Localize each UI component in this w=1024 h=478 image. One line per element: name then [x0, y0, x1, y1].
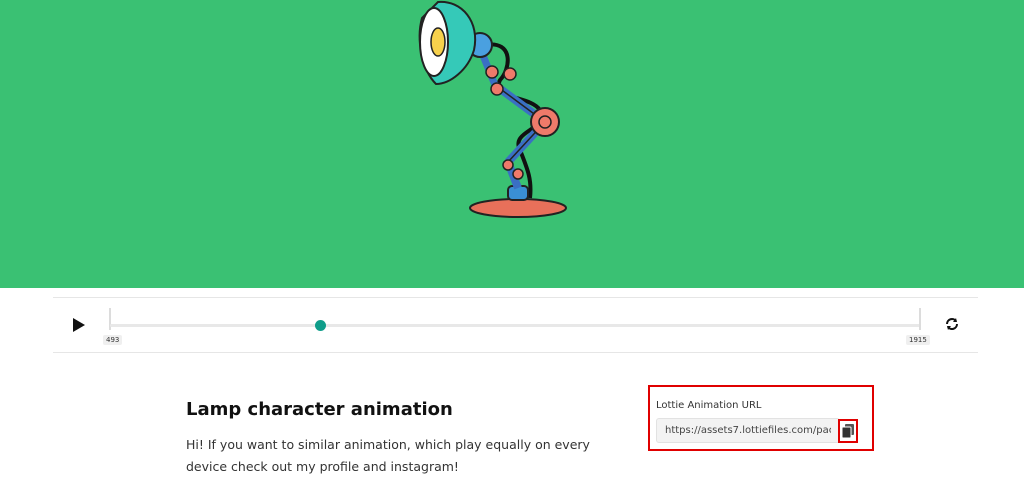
copy-url-button[interactable] [838, 419, 858, 443]
copy-icon [842, 424, 854, 438]
seek-thumb[interactable] [315, 320, 327, 331]
animation-title: Lamp character animation [186, 399, 453, 420]
track-end-marker [919, 308, 921, 330]
player-controls: 493 1915 [53, 297, 978, 353]
play-icon [73, 318, 85, 332]
play-button[interactable] [71, 316, 87, 334]
seek-track[interactable] [110, 324, 920, 327]
lottie-url-field[interactable] [656, 418, 840, 443]
lottie-url-panel: Lottie Animation URL [648, 385, 874, 451]
loop-button[interactable] [944, 316, 960, 332]
frame-start-label: 493 [103, 335, 123, 345]
animation-description: Hi! If you want to similar animation, wh… [186, 437, 590, 474]
frame-end-label: 1915 [906, 335, 930, 345]
animation-stage [0, 0, 1024, 288]
lamp-illustration [418, 0, 567, 218]
loop-icon [946, 318, 958, 330]
lottie-url-label: Lottie Animation URL [656, 400, 762, 411]
